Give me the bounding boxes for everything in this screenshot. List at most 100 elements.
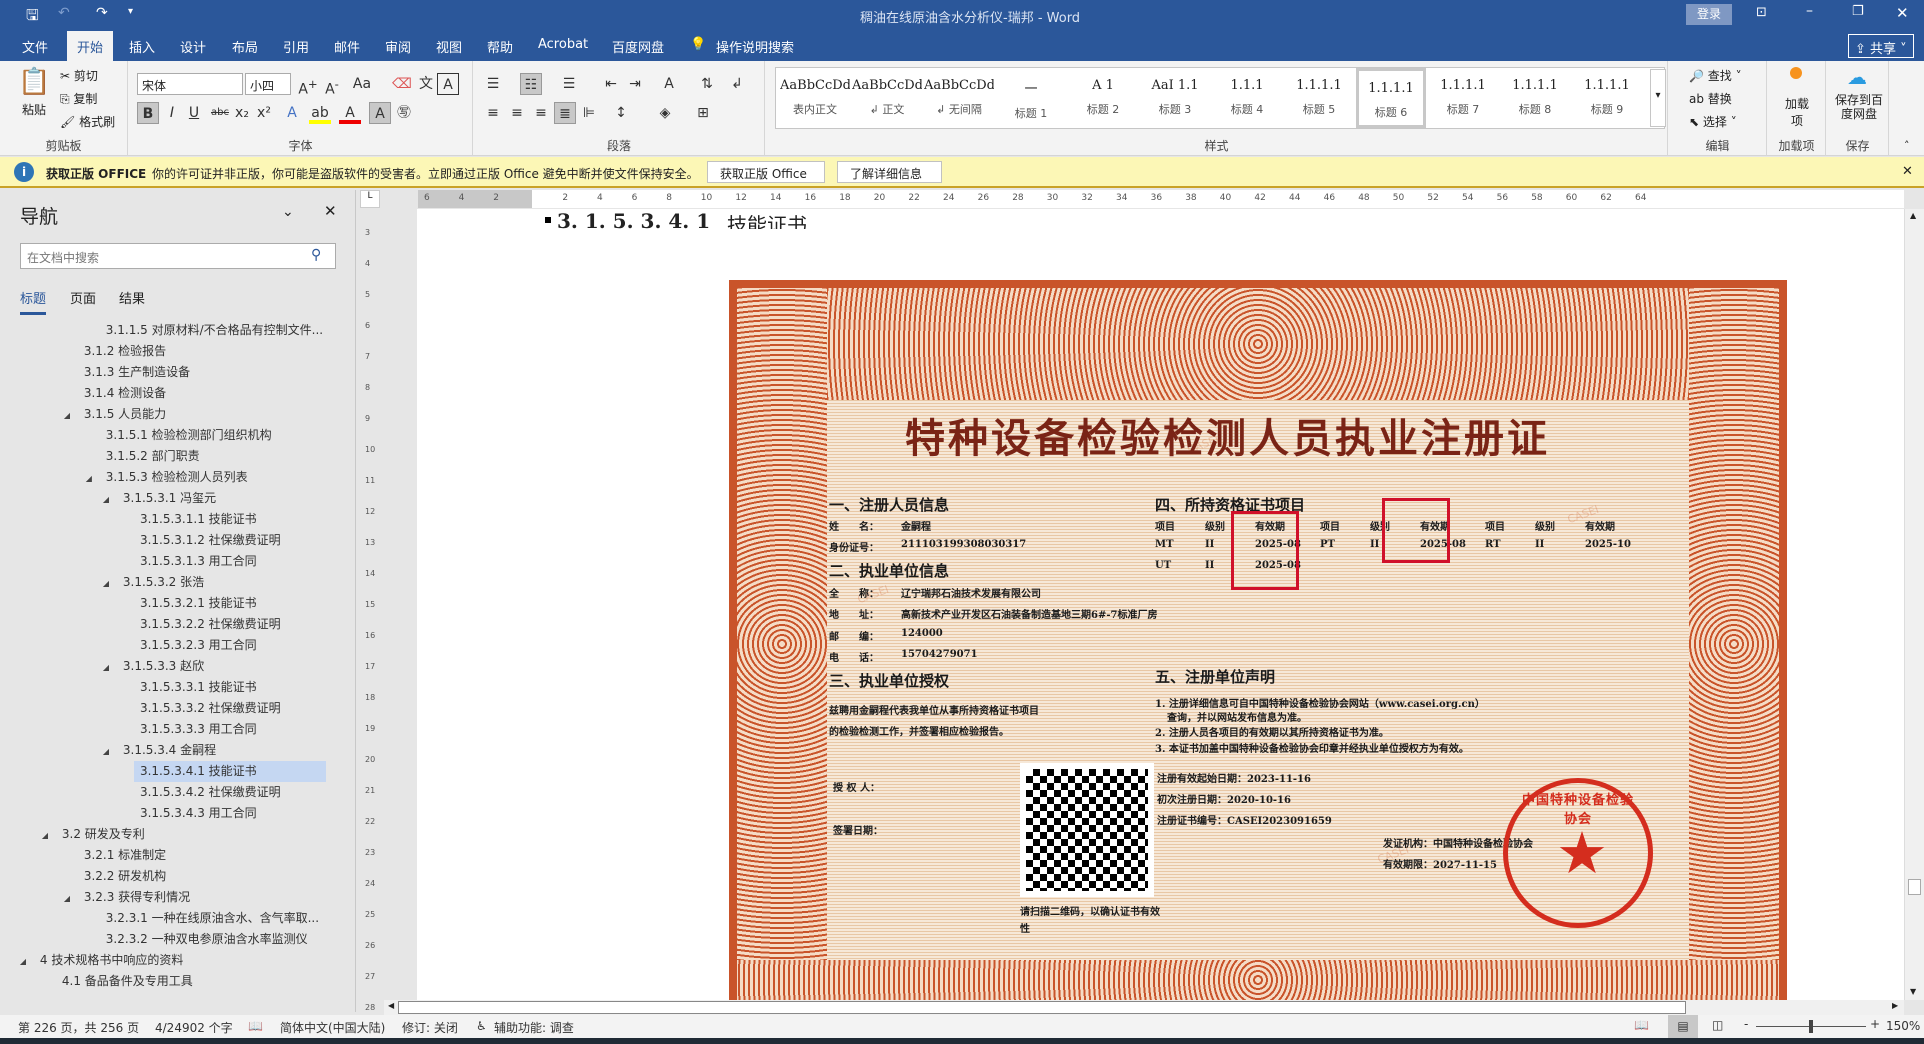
collapse-triangle-icon[interactable]: ◢ [64,894,70,903]
tab-insert[interactable]: 插入 [129,37,155,56]
subscript-icon[interactable]: x₂ [231,102,253,124]
nav-search-box[interactable]: 在文档中搜索 ⚲ [20,243,336,269]
scroll-right-icon[interactable]: ▶ [1892,1001,1898,1010]
nav-heading-item[interactable]: 3.2.3 获得专利情况 [78,887,190,908]
zoom-in-button[interactable]: + [1870,1017,1880,1031]
undo-icon[interactable]: ↶ [58,5,70,21]
align-left-icon[interactable]: ≡ [482,102,504,124]
print-layout-icon[interactable]: ▤ [1668,1015,1698,1038]
save-to-baidu-button[interactable]: 保存到百度网盘 [1831,93,1887,121]
ribbon-display-icon[interactable]: ⊡ [1756,5,1767,20]
highlight-icon[interactable]: ab [309,102,331,124]
align-right-icon[interactable]: ≡ [530,102,552,124]
cut-button[interactable]: ✂ 剪切 [60,67,98,84]
clear-format-icon[interactable]: ⌫ [391,73,413,95]
collapse-triangle-icon[interactable]: ◢ [86,474,92,483]
tab-help[interactable]: 帮助 [487,37,513,56]
replace-button[interactable]: ab 替换 [1689,90,1732,107]
increase-indent-icon[interactable]: ⇥ [624,73,646,95]
font-name-select[interactable]: 宋体 [137,73,243,95]
horizontal-scrollbar[interactable]: ◀ ▶ [384,1000,1904,1015]
vertical-ruler[interactable]: 3 4 5 6 7 8 9 10 11 12 13 14 15 16 17 18 19 20 21 22 23 24 25 2… [360,208,380,1012]
style-3[interactable]: 一标题 1 [996,68,1066,128]
collapse-triangle-icon[interactable]: ◢ [103,579,109,588]
distributed-icon[interactable]: ⊫ [578,102,600,124]
style-2[interactable]: AaBbCcDdI ↲ 无间隔 [924,68,994,128]
login-button[interactable]: 登录 [1686,4,1732,25]
addins-button[interactable]: 加载项 [1782,95,1812,129]
style-1[interactable]: AaBbCcDdI ↲ 正文 [852,68,922,128]
nav-heading-item[interactable]: 3.1.2 检验报告 [78,341,166,362]
nav-heading-item[interactable]: 3.1.5.1 检验检测部门组织机构 [100,425,272,446]
enclose-char-icon[interactable]: ㊢ [393,102,415,124]
show-marks-icon[interactable]: ↲ [726,73,748,95]
nav-heading-item[interactable]: 3.1.5.3.2.3 用工合同 [134,635,257,656]
change-case-icon[interactable]: Aa [351,73,373,95]
nav-heading-item[interactable]: 3.1.5.3.3.1 技能证书 [134,677,257,698]
scroll-thumb[interactable] [1908,879,1921,895]
redo-icon[interactable]: ↷ [96,5,108,21]
scroll-down-icon[interactable]: ▼ [1910,987,1916,996]
nav-heading-item[interactable]: 3.1.5.3.1.2 社保缴费证明 [134,530,281,551]
zoom-slider[interactable] [1756,1020,1866,1033]
nav-heading-item[interactable]: 3.1.5.3.3.2 社保缴费证明 [134,698,281,719]
grow-font-icon[interactable]: A+ [297,73,319,98]
web-layout-icon[interactable]: ◫ [1712,1018,1723,1032]
nav-heading-item[interactable]: 3.2.3.1 一种在线原油含水、含气率取... [100,908,319,929]
share-button[interactable]: ⇪ 共享 ˅ [1848,34,1914,58]
restore-icon[interactable]: ❐ [1852,4,1864,19]
nav-heading-item[interactable]: 3.1.5.3.3.3 用工合同 [134,719,257,740]
nav-heading-item[interactable]: 3.1.5.3.1 冯玺元 [117,488,216,509]
nav-heading-item[interactable]: 3.1.5.3.4.3 用工合同 [134,803,257,824]
paste-icon[interactable]: 📋 [18,67,50,97]
nav-heading-item[interactable]: 3.1.1.5 对原材料/不合格品有控制文件... [100,320,323,341]
hscroll-thumb[interactable] [398,1001,1686,1014]
collapse-triangle-icon[interactable]: ◢ [103,747,109,756]
nav-close-icon[interactable]: ✕ [324,202,337,220]
nav-heading-item[interactable]: 3.1.5.3.2.1 技能证书 [134,593,257,614]
nav-search-input[interactable]: 在文档中搜索 [27,249,99,266]
tell-me-search[interactable]: 操作说明搜索 [716,37,794,56]
format-painter-button[interactable]: 🖌 格式刷 [60,113,115,130]
sort-icon[interactable]: ⇅ [696,73,718,95]
nav-tab-pages[interactable]: 页面 [70,288,96,307]
style-10[interactable]: 1.1.1.1 标题 8 [1500,68,1570,128]
style-8[interactable]: 1.1.1.1 标题 6 [1356,68,1426,128]
page-count[interactable]: 第 226 页，共 256 页 [18,1019,139,1036]
scroll-up-icon[interactable]: ▲ [1910,211,1916,220]
proofing-icon[interactable]: 📖 [248,1019,263,1033]
tab-view[interactable]: 视图 [436,37,462,56]
superscript-icon[interactable]: x² [253,102,275,124]
tab-mailings[interactable]: 邮件 [334,37,360,56]
nav-heading-item[interactable]: 3.2.2 研发机构 [78,866,166,887]
multilevel-list-icon[interactable]: ☰ [558,73,580,95]
collapse-triangle-icon[interactable]: ◢ [103,495,109,504]
style-7[interactable]: 1.1.1.1 标题 5 [1284,68,1354,128]
style-0[interactable]: AaBbCcDdI 表内正文 [780,68,850,128]
collapse-triangle-icon[interactable]: ◢ [103,663,109,672]
shrink-font-icon[interactable]: A- [321,73,343,98]
tab-layout[interactable]: 布局 [232,37,258,56]
tab-references[interactable]: 引用 [283,37,309,56]
tab-baidu-netdisk[interactable]: 百度网盘 [612,37,664,56]
nav-heading-item[interactable]: 3.1.5.3.4.2 社保缴费证明 [134,782,281,803]
underline-icon[interactable]: U [183,102,205,124]
nav-heading-item[interactable]: 3.1.5.3.4 金嗣程 [117,740,216,761]
tab-design[interactable]: 设计 [180,37,206,56]
close-icon[interactable]: ✕ [1896,4,1909,22]
zoom-level[interactable]: 150% [1886,1019,1920,1033]
line-spacing-icon[interactable]: ↕ [610,102,632,124]
collapse-ribbon-icon[interactable]: ˄ [1904,139,1910,152]
nav-heading-item[interactable]: 3.1.5.3.2 张浩 [117,572,204,593]
font-color-icon[interactable]: A [339,102,361,124]
nav-heading-item[interactable]: 3.1.5.3 检验检测人员列表 [100,467,248,488]
phonetic-guide-icon[interactable]: 文 [415,73,437,95]
nav-options-icon[interactable]: ⌄ [282,204,294,220]
horizontal-ruler[interactable]: 6 4 2 2 4 6 8 10 12 14 16 18 20 22 24 26 28 30 32 34 36 38 40 4… [418,190,1904,208]
search-icon[interactable]: ⚲ [311,247,321,263]
scroll-left-icon[interactable]: ◀ [388,1001,394,1010]
strikethrough-icon[interactable]: abc [209,102,231,124]
bold-icon[interactable]: B [137,102,159,124]
track-changes[interactable]: 修订: 关闭 [402,1019,458,1036]
char-border-icon[interactable]: A [437,73,459,95]
